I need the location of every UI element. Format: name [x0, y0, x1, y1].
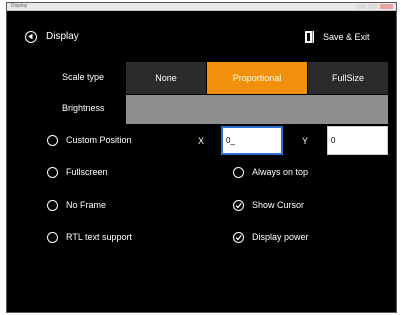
back-arrow-icon	[28, 33, 33, 40]
y-label: Y	[302, 136, 309, 146]
scale-option-fullsize[interactable]: FullSize	[307, 62, 388, 94]
maximize-button[interactable]	[368, 4, 378, 9]
always-on-top-radio[interactable]	[233, 167, 244, 178]
scale-option-none[interactable]: None	[126, 62, 207, 94]
page-title: Display	[46, 31, 79, 42]
x-label: X	[198, 136, 205, 146]
minimize-button[interactable]	[356, 4, 366, 9]
always-on-top-label: Always on top	[252, 167, 309, 177]
close-button[interactable]	[380, 4, 393, 9]
brightness-label: Brightness	[62, 103, 105, 113]
brightness-slider[interactable]	[126, 95, 388, 124]
rtl-text-support-label: RTL text support	[66, 232, 133, 242]
back-button[interactable]	[25, 31, 37, 43]
display-settings-panel: Display Save & Exit Scale type None Prop…	[7, 11, 396, 312]
display-power-label: Display power	[252, 232, 309, 242]
fullscreen-label: Fullscreen	[66, 167, 108, 177]
app-window: Display Display Save & Exit Scale type N…	[6, 2, 397, 313]
checkmark-icon	[235, 234, 242, 241]
custom-position-radio[interactable]	[47, 135, 58, 146]
show-cursor-label: Show Cursor	[252, 200, 305, 210]
fullscreen-radio[interactable]	[47, 167, 58, 178]
show-cursor-checkbox[interactable]	[233, 200, 244, 211]
scale-type-selector[interactable]: None Proportional FullSize	[126, 62, 388, 94]
no-frame-radio[interactable]	[47, 200, 58, 211]
window-title: Display	[11, 3, 28, 9]
scale-type-label: Scale type	[62, 72, 105, 82]
no-frame-label: No Frame	[66, 200, 107, 210]
save-exit-label: Save & Exit	[323, 32, 370, 42]
x-position-input[interactable]	[221, 126, 283, 155]
custom-position-label: Custom Position	[66, 135, 132, 145]
rtl-text-support-radio[interactable]	[47, 232, 58, 243]
display-power-checkbox[interactable]	[233, 232, 244, 243]
y-position-input[interactable]	[327, 126, 388, 155]
scale-option-proportional[interactable]: Proportional	[207, 62, 307, 94]
save-exit-icon	[305, 31, 314, 43]
checkmark-icon	[235, 202, 242, 209]
title-bar: Display	[7, 3, 396, 11]
